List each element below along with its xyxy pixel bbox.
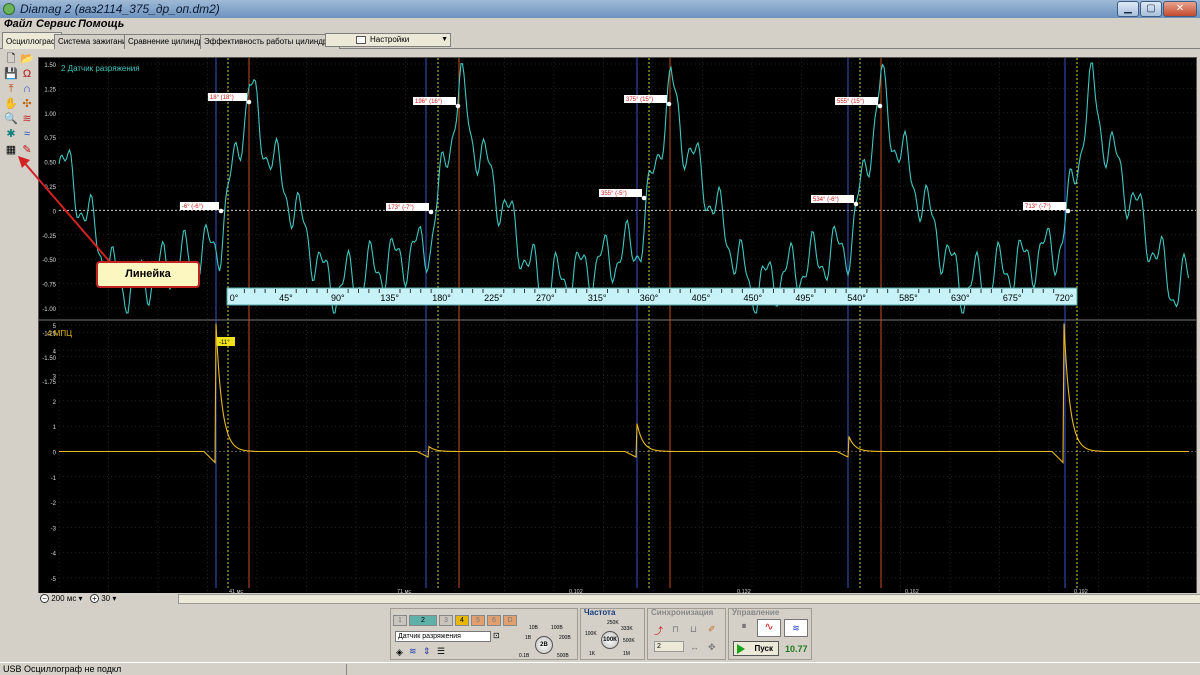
control-group: Управление ⏸ ∿ ≋ Пуск 10.77	[728, 608, 812, 660]
play-icon	[737, 644, 745, 654]
sensor-select[interactable]: Датчик разряжения	[395, 631, 491, 642]
sync-pulse-icon[interactable]: ⊓	[672, 624, 679, 635]
sync-title: Синхронизация	[651, 608, 714, 617]
callout-arrow	[18, 156, 111, 263]
freq-label-333k: 333K	[621, 626, 633, 632]
voltage-label-01v: 0.1В	[519, 653, 530, 659]
fps-readout: 10.77	[785, 644, 808, 654]
frequency-title: Частота	[584, 608, 616, 617]
freq-label-1k: 1K	[589, 651, 596, 657]
sync-rising-icon[interactable]: ⤴	[654, 624, 663, 637]
freq-label-500k: 500K	[623, 638, 635, 644]
voltage-label-10v: 10В	[529, 625, 538, 631]
channel-button-6[interactable]: 6	[487, 615, 501, 626]
control-panel: 1 2 3 4 5 6 D Датчик разряжения ⊡ ◈ ≋ ⇕ …	[0, 605, 1200, 662]
start-button[interactable]: Пуск	[733, 641, 779, 656]
single-wave-icon[interactable]: ∿	[757, 619, 781, 637]
status-separator	[346, 664, 347, 675]
freq-label-250k: 250K	[607, 620, 619, 626]
channel-button-d[interactable]: D	[503, 615, 517, 626]
channel-button-3[interactable]: 3	[439, 615, 453, 626]
channel-button-5[interactable]: 5	[471, 615, 485, 626]
voltage-label-100v: 100В	[551, 625, 563, 631]
voltage-label-1v: 1В	[525, 635, 532, 641]
channel-button-2[interactable]: 2	[409, 615, 437, 626]
sync-auto-icon[interactable]: ✐	[708, 624, 716, 635]
channel-wave-icon[interactable]: ≋	[409, 646, 417, 657]
app-window: Diamag 2 (ваз2114_375_др_оп.dm2) ▁ ▢ ✕ Ф…	[0, 0, 1200, 675]
status-text: USB Осциллограф не подкл	[3, 664, 122, 674]
voltage-label-200v: 200В	[559, 635, 571, 641]
voltage-label-500v: 500В	[557, 653, 569, 659]
sync-cross-icon[interactable]: ✥	[708, 642, 716, 653]
sync-arrows-icon[interactable]: ↔	[690, 642, 699, 652]
sync-group: Синхронизация ⤴ ⊓ ⊔ ✐ 2 ↔ ✥	[647, 608, 726, 660]
multi-wave-mode-icon[interactable]: ≋	[784, 619, 808, 637]
channel-invert-icon[interactable]: ⇕	[423, 646, 431, 657]
ruler-callout: Линейка	[96, 261, 200, 288]
sync-channel-select[interactable]: 2	[654, 641, 684, 652]
channel-button-1[interactable]: 1	[393, 615, 407, 626]
freq-label-1m: 1M	[623, 651, 630, 657]
voltage-knob[interactable]: 2В	[535, 636, 553, 654]
channel-tool-icon[interactable]: ◈	[396, 647, 403, 658]
pause-icon[interactable]: ⏸	[735, 621, 753, 637]
start-label: Пуск	[754, 644, 773, 653]
freq-label-100k: 100K	[585, 631, 597, 637]
channels-group: 1 2 3 4 5 6 D Датчик разряжения ⊡ ◈ ≋ ⇕ …	[390, 608, 578, 660]
channel-button-4[interactable]: 4	[455, 615, 469, 626]
channel-list-icon[interactable]: ☰	[437, 646, 445, 657]
frequency-knob[interactable]: 100К	[601, 631, 619, 649]
frequency-group: Частота 100К 100K 250K 333K 500K 1M 1K	[580, 608, 645, 660]
status-bar: USB Осциллограф не подкл	[0, 662, 1200, 675]
control-title: Управление	[732, 608, 780, 617]
sync-step-icon[interactable]: ⊔	[690, 624, 697, 635]
sensor-settings-icon[interactable]: ⊡	[493, 631, 500, 640]
